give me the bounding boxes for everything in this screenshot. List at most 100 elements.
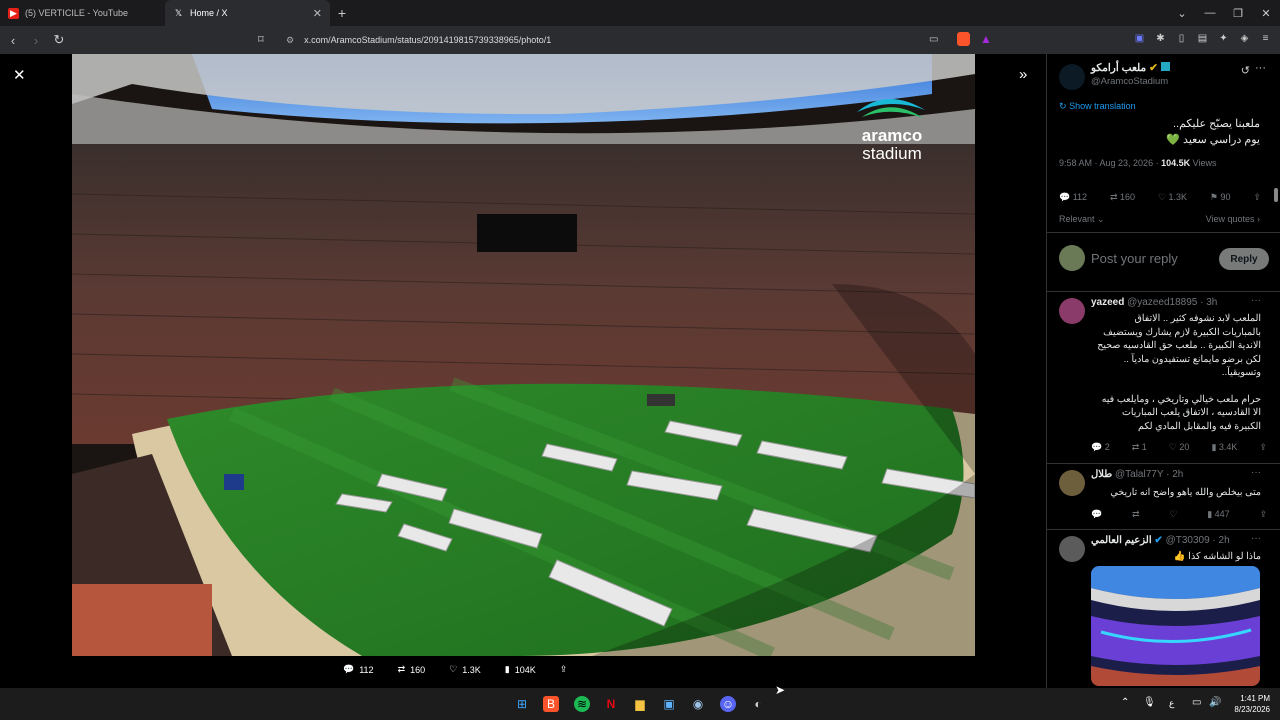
tab-youtube[interactable]: ▶ (5) VERTICILE - YouTube	[0, 0, 165, 26]
avatar[interactable]	[1059, 298, 1085, 324]
more-icon[interactable]: ···	[1251, 295, 1261, 306]
url-field[interactable]: ⚙ x.com/AramcoStadium/status/20914198157…	[286, 30, 1036, 50]
close-window-button[interactable]: ✕	[1252, 7, 1280, 20]
share-action[interactable]: ⇪	[560, 664, 568, 675]
reply-button[interactable]: 💬	[1091, 509, 1102, 520]
reply-action[interactable]: 💬 112	[343, 664, 374, 675]
grok-icon[interactable]: ↺	[1241, 64, 1250, 77]
windows-start-icon[interactable]: ⊞	[514, 696, 530, 712]
list-item[interactable]: yazeed @yazeed18895 · 3h ··· الملعب لابد…	[1047, 292, 1280, 464]
bookmark-icon[interactable]: ⌑	[258, 33, 264, 46]
forward-button[interactable]: ›	[26, 33, 46, 48]
reply-name: الزعيم العالمي	[1091, 535, 1152, 546]
author-handle[interactable]: @AramcoStadium	[1091, 76, 1168, 87]
display-name: ملعب أرامكو	[1091, 62, 1147, 74]
brave-rewards-icon[interactable]: ▲	[980, 32, 992, 46]
list-item[interactable]: طلال @Talal77Y · 2h ··· متى بيخلص والله …	[1047, 464, 1280, 530]
wallet-icon[interactable]: ▤	[1196, 32, 1209, 45]
share-icon[interactable]: ⇪	[1259, 509, 1267, 520]
author-name[interactable]: ملعب أرامكو ✔	[1091, 62, 1170, 74]
reply-button[interactable]: Reply	[1219, 248, 1269, 270]
reply-input[interactable]: Post your reply	[1091, 251, 1178, 266]
minimize-button[interactable]: —	[1196, 7, 1224, 19]
translate-icon: ↻	[1059, 101, 1067, 111]
collapse-panel-icon[interactable]: »	[1019, 66, 1027, 83]
network-icon[interactable]: ▭	[1192, 697, 1201, 708]
more-icon[interactable]: ···	[1251, 467, 1261, 478]
sort-relevant-dropdown[interactable]: Relevant ⌄	[1059, 214, 1105, 225]
share-icon[interactable]: ⇪	[1253, 192, 1261, 203]
close-icon[interactable]: ✕	[13, 66, 26, 84]
chevron-up-icon[interactable]: ⌃	[1121, 697, 1129, 708]
reply-name: yazeed	[1091, 297, 1125, 308]
reply-image[interactable]	[1091, 566, 1260, 686]
more-icon[interactable]: ···	[1255, 62, 1266, 74]
views-action[interactable]: ▮ 104K	[505, 664, 536, 675]
tab-home-x[interactable]: 𝕏 Home / X ✕	[165, 0, 330, 26]
view-count: 3.4K	[1218, 442, 1238, 452]
steam-icon[interactable]: ◉	[690, 696, 706, 712]
bookmark-stat[interactable]: ⚑ 90	[1210, 192, 1231, 203]
like-stat[interactable]: ♡ 1.3K	[1158, 192, 1187, 203]
netflix-icon[interactable]: N	[603, 696, 619, 712]
extension-icon[interactable]: ▣	[1133, 32, 1146, 45]
input-language[interactable]: ع	[1169, 698, 1174, 709]
spotify-icon[interactable]: ≋	[574, 696, 590, 712]
stadium-illustration: aramco stadium	[72, 54, 975, 656]
repost-action[interactable]: ⇄ 160	[398, 664, 426, 675]
back-button[interactable]: ‹	[3, 33, 23, 48]
tweet-header: ملعب أرامكو ✔ @AramcoStadium ↺ ···	[1059, 62, 1272, 102]
puzzle-icon[interactable]: ✱	[1154, 32, 1167, 45]
reply-stat[interactable]: 💬 112	[1059, 192, 1087, 203]
reply-line: بالمباريات الكبيرة لازم يشارك ويستضيف	[1103, 326, 1261, 338]
brave-shields-icon[interactable]	[957, 32, 970, 46]
site-settings-icon[interactable]: ⚙	[286, 35, 294, 46]
extensions-area: ▣ ✱ ▯ ▤ ✦ ◈ ≡	[1133, 32, 1272, 45]
reply-author[interactable]: الزعيم العالمي ✔ @T30309 · 2h	[1091, 535, 1230, 546]
volume-icon[interactable]: 🔊	[1209, 697, 1221, 708]
app-icon[interactable]: ◐	[750, 696, 766, 712]
share-icon[interactable]: ⇪	[1259, 442, 1267, 453]
discord-icon[interactable]: ☺	[720, 696, 736, 712]
reply-line: الاندية الكبيرة .. ملعب حق القادسيه صحيح	[1097, 340, 1261, 351]
new-tab-button[interactable]: +	[330, 5, 354, 21]
brave-icon[interactable]: B	[543, 696, 559, 712]
more-icon[interactable]: ···	[1251, 533, 1261, 544]
views-button[interactable]: ▮ 447	[1207, 509, 1229, 520]
avatar[interactable]	[1059, 536, 1085, 562]
show-translation-label: Show translation	[1069, 101, 1136, 111]
reply-author[interactable]: yazeed @yazeed18895 · 3h	[1091, 297, 1217, 308]
cast-icon[interactable]: ▭	[929, 34, 938, 45]
tab-search-icon[interactable]: ⌄	[1168, 7, 1196, 20]
avatar[interactable]	[1059, 470, 1085, 496]
vpn-icon[interactable]: ◈	[1238, 32, 1251, 45]
microphone-icon[interactable]: 🎙	[1143, 697, 1156, 708]
repost-button[interactable]: ⇄	[1132, 509, 1140, 520]
menu-icon[interactable]: ≡	[1259, 32, 1272, 45]
file-explorer-icon[interactable]: ▆	[632, 696, 648, 712]
sidebar-icon[interactable]: ▯	[1175, 32, 1188, 45]
leo-ai-icon[interactable]: ✦	[1217, 32, 1230, 45]
clock[interactable]: 1:41 PM 8/23/2026	[1234, 693, 1270, 715]
scrollbar[interactable]	[1274, 188, 1278, 202]
x-logo-icon: 𝕏	[174, 7, 183, 18]
like-button[interactable]: ♡ 20	[1169, 442, 1190, 453]
list-item[interactable]: الزعيم العالمي ✔ @T30309 · 2h ··· ماذا ل…	[1047, 530, 1280, 688]
like-button[interactable]: ♡	[1169, 509, 1177, 520]
repost-stat[interactable]: ⇄ 160	[1110, 192, 1135, 203]
reply-button[interactable]: 💬 2	[1091, 442, 1110, 453]
like-count: 1.3K	[462, 664, 481, 675]
tweet-time[interactable]: 9:58 AM · Aug 23, 2026 ·	[1059, 158, 1161, 168]
maximize-button[interactable]: ❐	[1224, 7, 1252, 20]
repost-button[interactable]: ⇄ 1	[1132, 442, 1147, 453]
show-translation-link[interactable]: ↻ Show translation	[1059, 101, 1136, 112]
close-tab-icon[interactable]: ✕	[313, 7, 322, 20]
like-action[interactable]: ♡ 1.3K	[449, 664, 481, 675]
view-quotes-link[interactable]: View quotes ›	[1206, 214, 1260, 224]
stadium-photo[interactable]: aramco stadium	[72, 54, 975, 656]
reload-button[interactable]: ↻	[49, 32, 69, 48]
reply-author[interactable]: طلال @Talal77Y · 2h	[1091, 469, 1183, 480]
views-button[interactable]: ▮ 3.4K	[1211, 442, 1237, 453]
avatar[interactable]	[1059, 64, 1085, 90]
store-icon[interactable]: ▣	[661, 696, 677, 712]
